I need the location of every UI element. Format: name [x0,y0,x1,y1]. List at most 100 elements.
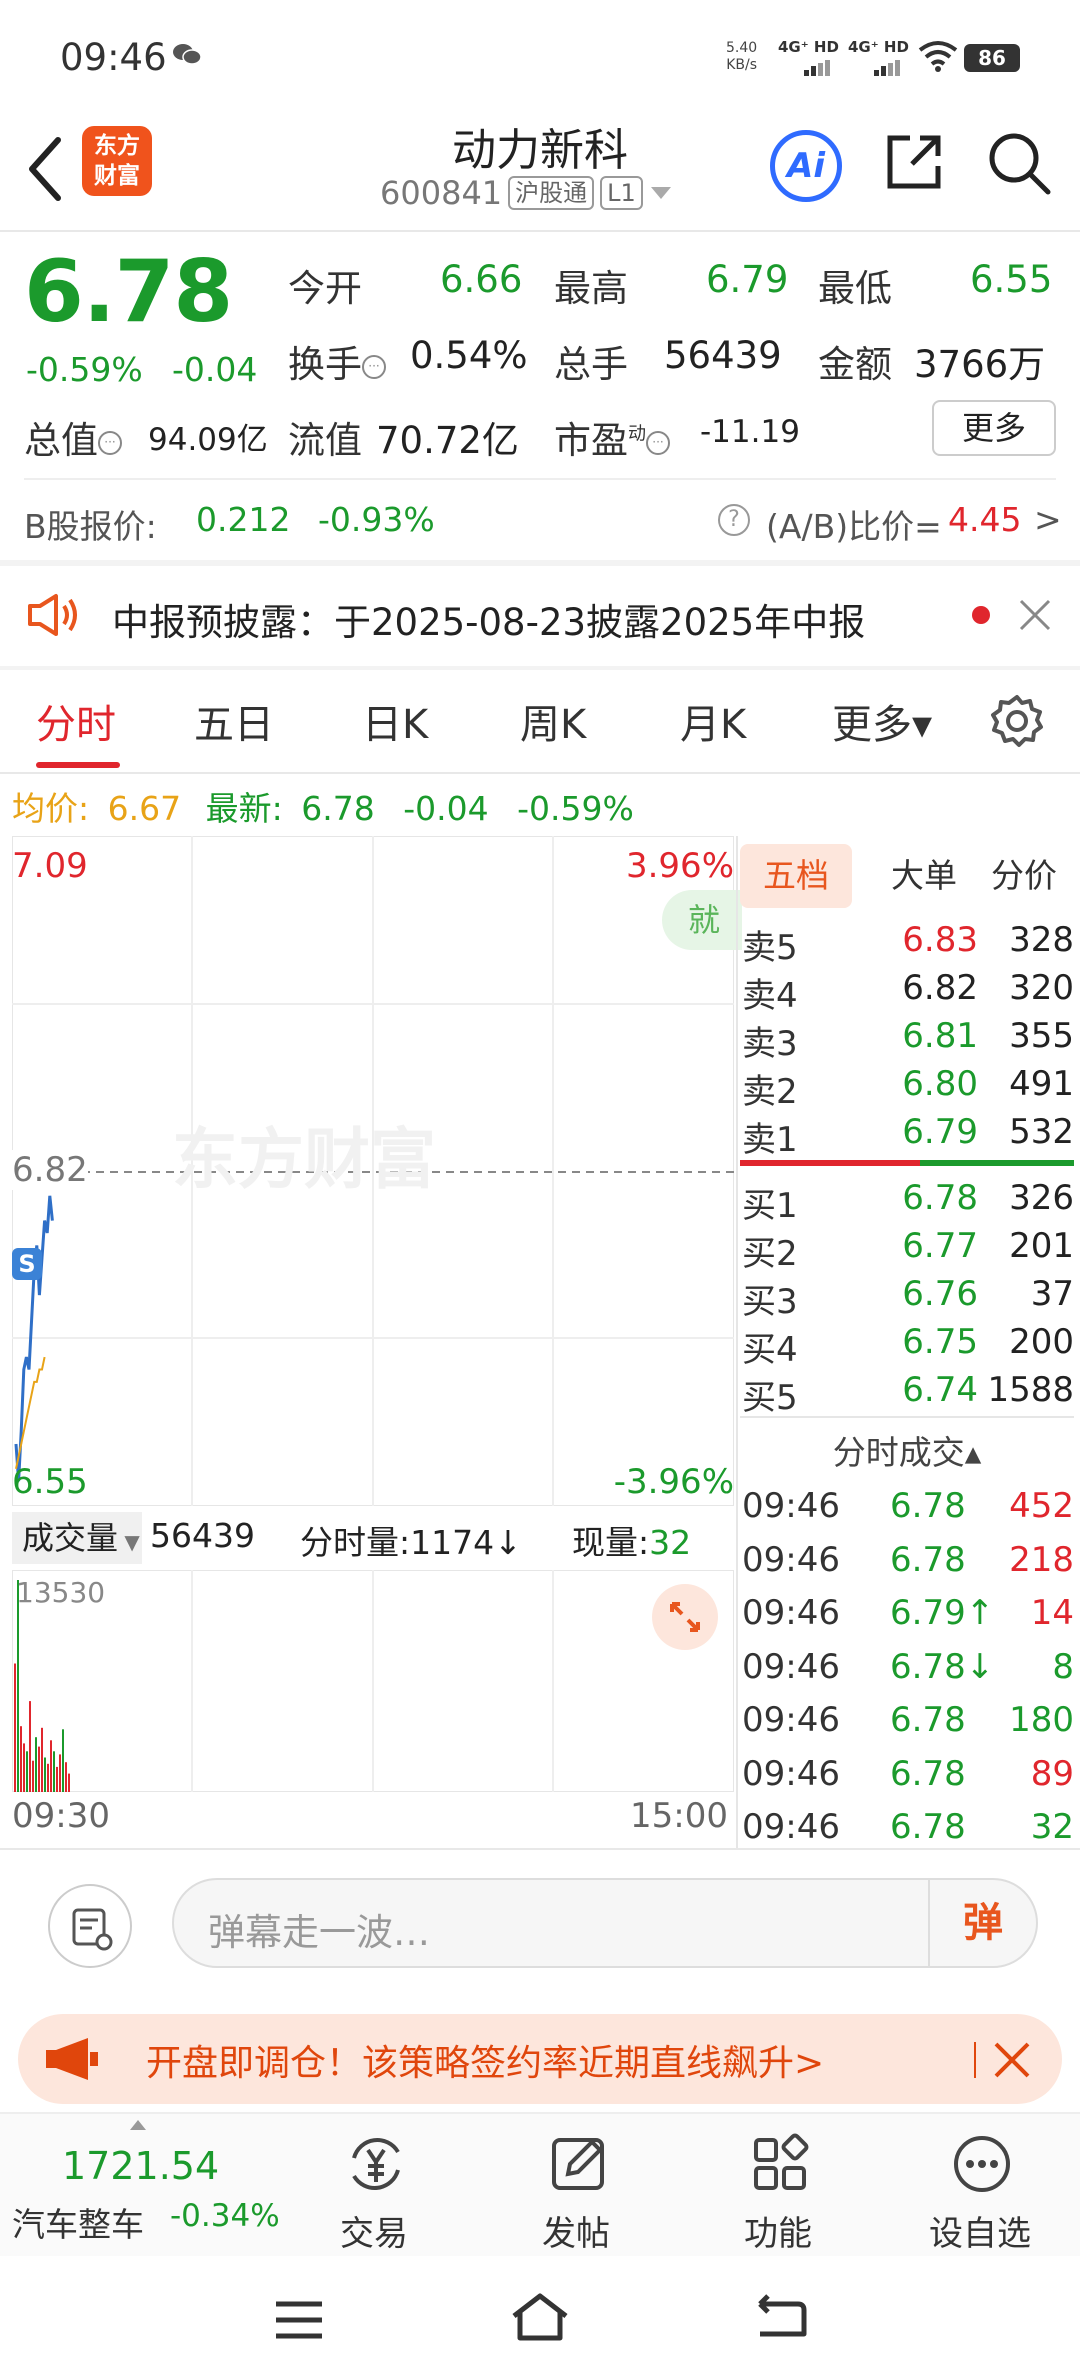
trade-time: 09:46 [742,1593,840,1633]
tab-five-day[interactable]: 五日 [194,692,274,750]
close-icon[interactable] [1018,598,1052,632]
ask-volume: 532 [1009,1112,1074,1152]
signal-bars-icon [804,60,830,76]
watermark: 东方财富 [172,1121,436,1198]
ask-price: 6.81 [902,1016,978,1056]
more-quote-button[interactable]: 更多 [932,400,1056,456]
trade-volume: 32 [1030,1807,1074,1847]
bid-price: 6.75 [902,1322,978,1362]
ask-price: 6.79 [902,1112,978,1152]
info-dots-icon[interactable]: ··· [98,430,122,455]
megaphone-icon [46,2038,98,2080]
volume-chart[interactable]: 13530 [12,1570,734,1792]
danmu-toggle-button[interactable]: 弹 [928,1880,1036,1966]
open-label: 今开 [288,267,362,310]
bid-row: 买1 6.78 326 [740,1178,1074,1226]
bid-label: 买4 [742,1330,798,1370]
y-max-label: 7.09 [12,846,88,886]
ask-row: 卖4 6.82 320 [740,968,1074,1016]
bid-label: 买3 [742,1282,798,1322]
back-nav-icon[interactable] [752,2294,808,2342]
notice-bar[interactable]: 中报预披露：于2025-08-23披露2025年中报 [0,566,1080,666]
nav-functions-label: 功能 [744,2214,812,2254]
ask-label: 卖4 [742,976,798,1016]
trade-price: 6.79↑ [890,1593,995,1633]
nav-trade[interactable]: 交易 [294,2114,454,2258]
trades-header[interactable]: 分时成交▴ [740,1426,1074,1474]
promo-banner[interactable]: 开盘即调仓！该策略签约率近期直线飙升> [18,2014,1062,2104]
intraday-chart[interactable]: 东方财富 7.09 3.96% 6.82 6.55 -3.96% 就 S [12,836,742,1506]
nav-add-watchlist[interactable]: 设自选 [900,2114,1060,2258]
ask-row: 卖3 6.81 355 [740,1016,1074,1064]
nav-add-watchlist-label: 设自选 [929,2214,1031,2254]
bid-row: 买3 6.76 37 [740,1274,1074,1322]
bid-volume: 1588 [987,1370,1074,1410]
tab-big-orders[interactable]: 大单 [874,844,974,908]
bid-volume: 200 [1009,1322,1074,1362]
high-value: 6.79 [706,258,789,301]
volume-selector[interactable]: 成交量 ▼ [12,1512,142,1564]
share-icon[interactable] [882,130,946,194]
nav-functions[interactable]: 功能 [698,2114,858,2258]
search-icon[interactable] [986,130,1052,196]
bid-row: 买4 6.75 200 [740,1322,1074,1370]
home-icon[interactable] [510,2292,570,2342]
trade-price: 6.78 [890,1539,966,1580]
mktcap-label: 总值 ··· [24,410,122,464]
volume-bar [62,1729,64,1792]
danmu-input[interactable]: 弹幕走一波… 弹 [172,1878,1038,1968]
trade-time: 09:46 [742,1539,840,1580]
close-icon[interactable] [992,2040,1032,2080]
nav-trade-label: 交易 [340,2214,408,2254]
index-name: 汽车整车 [12,2205,144,2244]
b-share-row[interactable]: B股报价: 0.212 -0.93% ? (A/B)比价= 4.45 > [24,500,1064,550]
info-dots-icon[interactable]: ··· [646,430,670,455]
volume-bar [59,1754,61,1792]
bid-label: 买2 [742,1234,798,1274]
ai-assistant-button[interactable]: Ai [770,130,842,202]
sell-marker[interactable]: S [12,1248,42,1280]
tab-price-dist[interactable]: 分价 [974,844,1074,908]
tab-daily-k[interactable]: 日K [362,692,428,750]
tab-more[interactable]: 更多▾ [832,692,932,750]
index-widget[interactable]: 1721.54 汽车整车 -0.34% [0,2114,300,2258]
ask-label: 卖5 [742,928,798,968]
bid-label: 买5 [742,1378,798,1418]
nav-post[interactable]: 发帖 [496,2114,656,2258]
volume-bar [50,1740,52,1792]
volume-bar [56,1766,58,1792]
wifi-icon [918,41,958,72]
grid-apps-icon [754,2133,809,2190]
stock-code: 600841 [380,174,503,212]
bid-volume: 37 [1030,1274,1074,1314]
stock-code-row[interactable]: 600841 沪股通 L1 [380,174,673,212]
status-bar: 09:46 5.40 KB/s 4G⁺ HD 4G⁺ HD 86 [0,0,1080,110]
tab-weekly-k[interactable]: 周K [520,692,586,750]
info-dots-icon[interactable]: ··· [362,354,386,379]
time-start-label: 09:30 [12,1796,110,1836]
gear-icon[interactable] [990,694,1044,748]
ask-price: 6.82 [902,968,978,1008]
ref-price-label: 6.82 [12,1150,88,1190]
menu-icon[interactable] [274,2300,324,2340]
fs-volume: 分时量:1174↓ [300,1523,522,1562]
expand-button[interactable] [652,1584,718,1650]
trade-volume: 89 [1030,1753,1074,1794]
bid-volume: 326 [1009,1178,1074,1218]
ab-ratio-value: 4.45 [948,500,1022,539]
ask-volume: 355 [1009,1016,1074,1056]
tab-intraday[interactable]: 分时 [36,692,116,750]
tab-monthly-k[interactable]: 月K [680,692,746,750]
ab-ratio-label: (A/B)比价= [766,507,942,546]
b-share-label: B股报价: [24,507,157,546]
jiu-badge[interactable]: 就 [662,890,742,950]
comment-settings-icon [72,1908,113,1951]
total-volume: 56439 [150,1516,255,1555]
more-dots-icon [954,2136,1010,2192]
system-nav-bar [0,2256,1080,2376]
mktcap-value: 94.09亿 [148,422,268,458]
ask-volume: 328 [1009,920,1074,960]
help-icon[interactable]: ? [718,504,750,536]
tab-five-level[interactable]: 五档 [740,844,852,908]
comment-settings-button[interactable] [48,1884,132,1968]
